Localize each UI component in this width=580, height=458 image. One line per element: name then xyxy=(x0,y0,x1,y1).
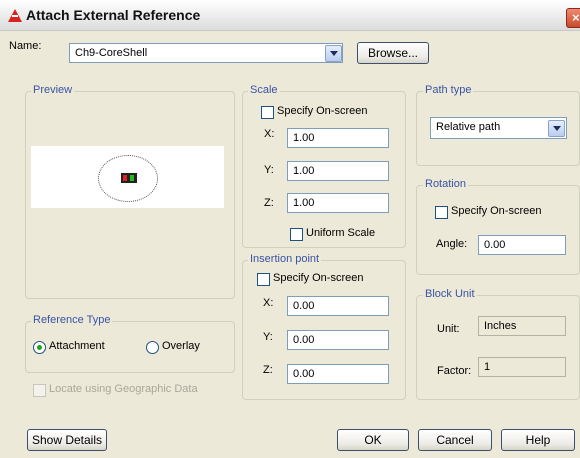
insertion-z-input[interactable]: 0.00 xyxy=(287,364,389,384)
preview-canvas xyxy=(31,146,224,208)
rotation-specify-checkbox[interactable] xyxy=(435,206,448,219)
factor-label: Factor: xyxy=(437,365,472,377)
preview-title: Preview xyxy=(31,84,75,96)
overlay-label: Overlay xyxy=(162,340,200,352)
path-type-select[interactable]: Relative path xyxy=(430,117,567,139)
attachment-label: Attachment xyxy=(49,340,105,352)
insertion-x-label: X: xyxy=(263,297,274,309)
block-unit-group xyxy=(416,295,580,400)
insertion-specify-checkbox[interactable] xyxy=(257,273,270,286)
rotation-title: Rotation xyxy=(423,178,468,190)
name-select-value: Ch9-CoreShell xyxy=(75,47,148,59)
rotation-specify-label: Specify On-screen xyxy=(451,205,542,217)
title-bar: Attach External Reference × xyxy=(0,0,580,31)
factor-value: 1 xyxy=(478,357,566,377)
unit-value: Inches xyxy=(478,316,566,336)
attachment-radio[interactable] xyxy=(33,341,46,354)
close-icon[interactable]: × xyxy=(566,8,580,28)
overlay-radio[interactable] xyxy=(146,341,159,354)
geographic-checkbox[interactable] xyxy=(33,384,46,397)
angle-input[interactable]: 0.00 xyxy=(478,235,566,255)
insertion-y-label: Y: xyxy=(263,331,273,343)
insertion-specify-label: Specify On-screen xyxy=(273,272,364,284)
reference-type-title: Reference Type xyxy=(31,314,113,326)
name-label: Name: xyxy=(9,40,42,52)
show-details-button[interactable]: Show Details xyxy=(27,429,107,451)
insertion-y-input[interactable]: 0.00 xyxy=(287,330,389,350)
angle-label: Angle: xyxy=(436,238,468,250)
uniform-scale-label: Uniform Scale xyxy=(306,227,376,239)
scale-specify-checkbox[interactable] xyxy=(261,106,274,119)
name-select[interactable]: Ch9-CoreShell xyxy=(69,43,343,63)
path-type-title: Path type xyxy=(423,84,474,96)
path-type-value: Relative path xyxy=(436,121,501,133)
scale-z-input[interactable]: 1.00 xyxy=(287,193,389,213)
app-icon xyxy=(8,9,22,22)
dialog-title: Attach External Reference xyxy=(26,7,201,23)
block-unit-title: Block Unit xyxy=(423,288,477,300)
geographic-label: Locate using Geographic Data xyxy=(49,383,198,395)
insertion-x-input[interactable]: 0.00 xyxy=(287,296,389,316)
scale-x-label: X: xyxy=(264,128,275,140)
scale-y-label: Y: xyxy=(264,164,274,176)
browse-button[interactable]: Browse... xyxy=(357,42,429,64)
dropdown-arrow-icon[interactable] xyxy=(325,45,342,62)
attach-xref-dialog: Attach External Reference × Name: Ch9-Co… xyxy=(0,0,580,458)
rotation-group xyxy=(416,185,580,275)
help-button[interactable]: Help xyxy=(501,429,575,451)
unit-label: Unit: xyxy=(437,323,460,335)
dropdown-arrow-icon[interactable] xyxy=(548,120,565,137)
insertion-title: Insertion point xyxy=(248,253,322,265)
xref-preview-icon xyxy=(121,173,137,183)
uniform-scale-checkbox[interactable] xyxy=(290,228,303,241)
scale-x-input[interactable]: 1.00 xyxy=(287,128,389,148)
scale-title: Scale xyxy=(248,84,280,96)
scale-specify-label: Specify On-screen xyxy=(277,105,368,117)
ok-button[interactable]: OK xyxy=(337,429,409,451)
cancel-button[interactable]: Cancel xyxy=(418,429,492,451)
scale-y-input[interactable]: 1.00 xyxy=(287,161,389,181)
scale-z-label: Z: xyxy=(264,197,274,209)
insertion-z-label: Z: xyxy=(263,364,273,376)
